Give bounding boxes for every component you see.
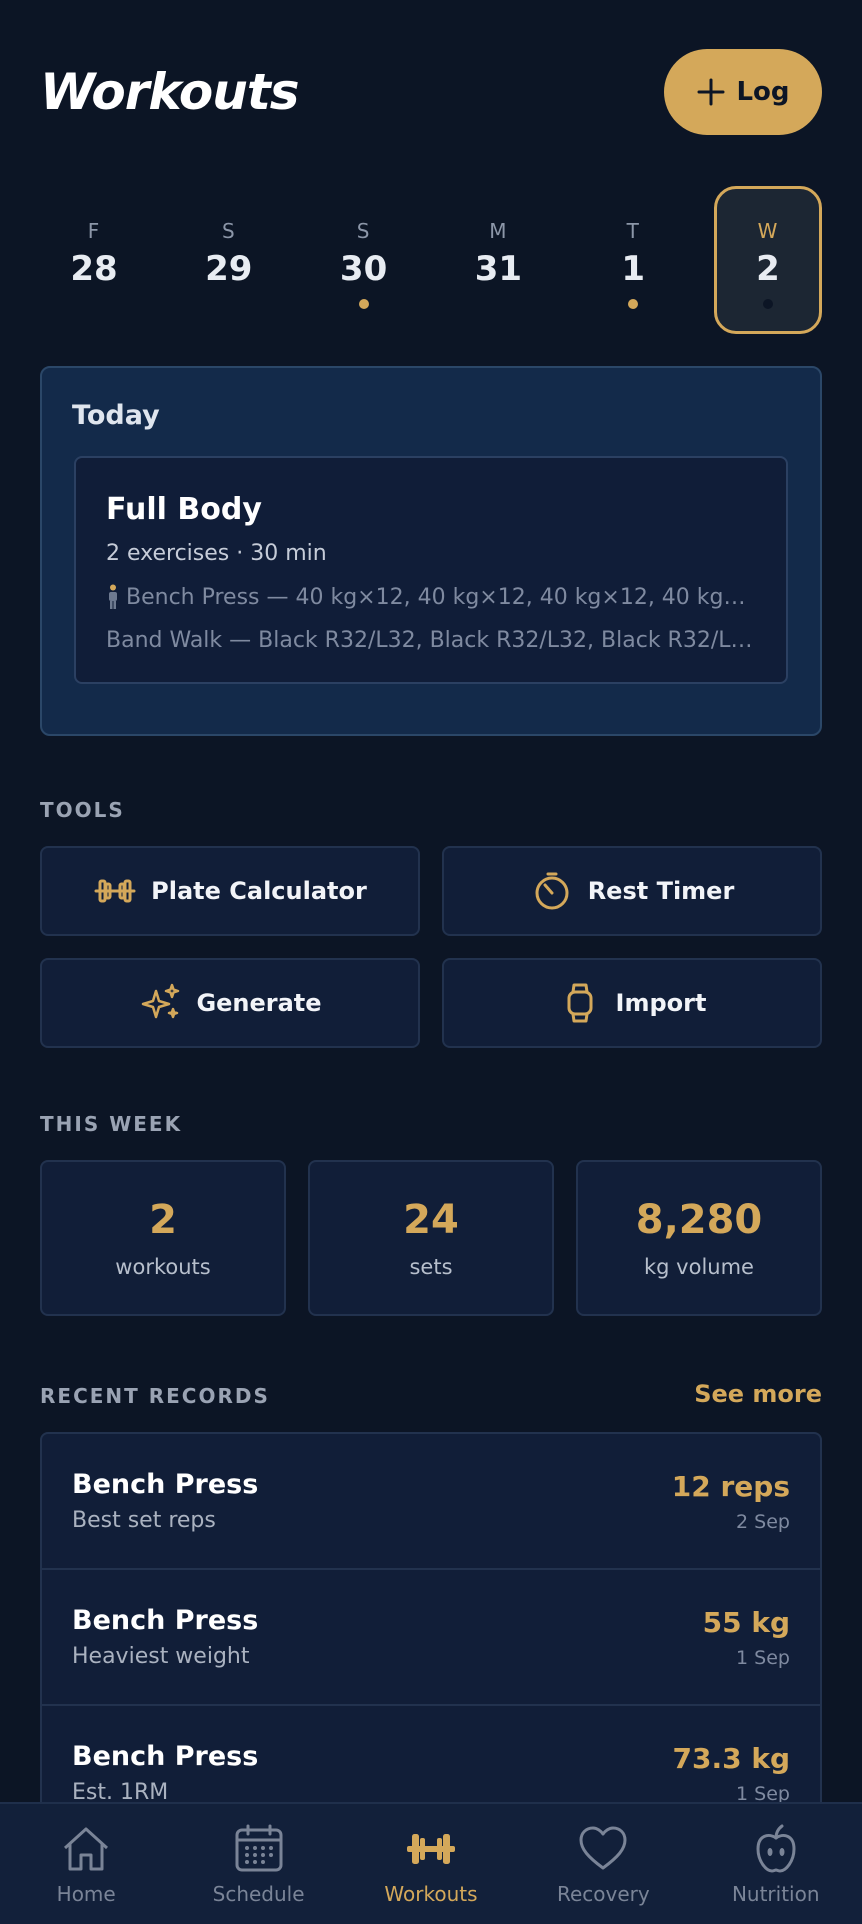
nav-schedule[interactable]: Schedule bbox=[179, 1822, 339, 1906]
tools-header: TOOLS bbox=[40, 798, 125, 822]
day-indicator-dot bbox=[358, 299, 369, 309]
log-button[interactable]: Log bbox=[664, 49, 822, 135]
today-label: Today bbox=[72, 400, 160, 431]
watch-icon bbox=[567, 983, 593, 1023]
day-letter: M bbox=[489, 219, 508, 243]
plus-icon bbox=[697, 78, 725, 106]
day-letter: T bbox=[626, 219, 640, 243]
exercise-line: Band Walk — Black R32/L32, Black R32/L32… bbox=[106, 628, 756, 653]
rest-timer-button[interactable]: Rest Timer bbox=[442, 846, 822, 936]
stat-sets: 24 sets bbox=[308, 1160, 554, 1316]
week-stats: 2 workouts 24 sets 8,280 kg volume bbox=[40, 1160, 822, 1316]
page-title: Workouts bbox=[40, 63, 300, 121]
log-button-label: Log bbox=[736, 77, 790, 107]
record-exercise: Bench Press bbox=[72, 1605, 259, 1636]
see-more-link[interactable]: See more bbox=[694, 1380, 822, 1408]
heart-icon bbox=[579, 1826, 627, 1870]
record-type: Best set reps bbox=[72, 1508, 216, 1533]
today-card: Today Full Body 2 exercises · 30 min Ben… bbox=[40, 366, 822, 736]
record-date: 2 Sep bbox=[736, 1510, 790, 1533]
day-number: 1 bbox=[621, 249, 646, 289]
timer-icon bbox=[535, 872, 569, 910]
stat-volume: 8,280 kg volume bbox=[576, 1160, 822, 1316]
workout-summary-card[interactable]: Full Body 2 exercises · 30 min Bench Pre… bbox=[74, 456, 788, 684]
day-indicator-dot bbox=[762, 299, 773, 309]
record-row[interactable]: Bench Press Heaviest weight 55 kg 1 Sep bbox=[42, 1570, 820, 1706]
workout-meta: 2 exercises · 30 min bbox=[106, 541, 327, 566]
dumbbell-icon bbox=[406, 1834, 455, 1864]
record-value: 12 reps bbox=[671, 1469, 790, 1503]
day-number: 30 bbox=[339, 249, 388, 289]
record-value: 73.3 kg bbox=[672, 1741, 791, 1775]
bottom-nav: Home Schedule Workouts Recovery Nutritio… bbox=[0, 1802, 862, 1924]
workout-title: Full Body bbox=[106, 492, 262, 527]
apple-icon bbox=[756, 1824, 796, 1873]
day-number: 2 bbox=[756, 249, 780, 289]
stat-value: 2 bbox=[149, 1197, 177, 1243]
day-letter: S bbox=[221, 219, 236, 243]
plate-calculator-button[interactable]: Plate Calculator bbox=[40, 846, 420, 936]
tool-label: Generate bbox=[196, 989, 322, 1017]
day-indicator-dot bbox=[493, 299, 503, 309]
nav-home[interactable]: Home bbox=[6, 1822, 166, 1906]
stat-value: 24 bbox=[403, 1197, 459, 1243]
header: Workouts Log bbox=[40, 48, 822, 136]
records-list: Bench Press Best set reps 12 reps 2 Sep … bbox=[40, 1432, 822, 1852]
nav-nutrition[interactable]: Nutrition bbox=[696, 1822, 856, 1906]
day-number: 28 bbox=[70, 249, 118, 289]
dumbbell-icon bbox=[94, 879, 136, 903]
record-value: 55 kg bbox=[702, 1605, 790, 1639]
day-letter: F bbox=[87, 219, 101, 243]
record-date: 1 Sep bbox=[736, 1646, 790, 1669]
record-type: Heaviest weight bbox=[72, 1644, 250, 1669]
nav-recovery[interactable]: Recovery bbox=[523, 1822, 683, 1906]
tools-grid: Plate Calculator Rest Timer Generate Imp… bbox=[40, 846, 822, 1048]
day-3[interactable]: M 31 bbox=[444, 186, 552, 334]
person-icon bbox=[109, 584, 117, 609]
day-4[interactable]: T 1 bbox=[579, 186, 687, 334]
record-exercise: Bench Press bbox=[72, 1469, 259, 1500]
stat-label: sets bbox=[409, 1255, 453, 1279]
exercise-text: Band Walk — Black R32/L32, Black R32/L32… bbox=[106, 628, 756, 653]
stat-workouts: 2 workouts bbox=[40, 1160, 286, 1316]
record-exercise: Bench Press bbox=[72, 1741, 259, 1772]
tool-label: Plate Calculator bbox=[151, 877, 367, 905]
stat-label: workouts bbox=[115, 1255, 211, 1279]
date-strip: F 28 S 29 S 30 M 31 T 1 W 2 bbox=[40, 186, 822, 334]
day-1[interactable]: S 29 bbox=[175, 186, 283, 334]
day-5[interactable]: W 2 bbox=[713, 186, 822, 334]
home-icon bbox=[64, 1827, 109, 1871]
day-number: 31 bbox=[474, 249, 523, 289]
calendar-icon bbox=[235, 1824, 283, 1872]
day-letter: S bbox=[356, 219, 371, 243]
day-indicator-dot bbox=[89, 299, 99, 309]
day-0[interactable]: F 28 bbox=[40, 186, 148, 334]
recent-records-header: RECENT RECORDS bbox=[40, 1384, 270, 1408]
generate-button[interactable]: Generate bbox=[40, 958, 420, 1048]
exercise-text: Bench Press — 40 kg×12, 40 kg×12, 40 kg×… bbox=[126, 584, 756, 610]
nav-label: Schedule bbox=[212, 1882, 305, 1906]
workouts-screen: Workouts Log F 28 S 29 S 30 M 31 T 1 W 2… bbox=[0, 0, 862, 1924]
tool-label: Import bbox=[615, 989, 707, 1017]
sparkle-icon bbox=[142, 983, 180, 1019]
stat-label: kg volume bbox=[644, 1255, 754, 1279]
nav-label: Nutrition bbox=[731, 1882, 820, 1906]
nav-label: Home bbox=[56, 1882, 116, 1906]
tool-label: Rest Timer bbox=[587, 877, 735, 905]
day-indicator-dot bbox=[224, 299, 234, 309]
record-row[interactable]: Bench Press Best set reps 12 reps 2 Sep bbox=[42, 1434, 820, 1570]
day-2[interactable]: S 30 bbox=[310, 186, 418, 334]
nav-label: Workouts bbox=[384, 1882, 478, 1906]
exercise-line: Bench Press — 40 kg×12, 40 kg×12, 40 kg×… bbox=[106, 584, 756, 610]
day-letter: W bbox=[757, 219, 779, 243]
stat-value: 8,280 bbox=[635, 1197, 763, 1243]
this-week-header: THIS WEEK bbox=[40, 1112, 183, 1136]
import-button[interactable]: Import bbox=[442, 958, 822, 1048]
nav-workouts[interactable]: Workouts bbox=[351, 1822, 511, 1906]
day-indicator-dot bbox=[628, 299, 639, 309]
nav-label: Recovery bbox=[556, 1882, 650, 1906]
day-number: 29 bbox=[205, 249, 253, 289]
